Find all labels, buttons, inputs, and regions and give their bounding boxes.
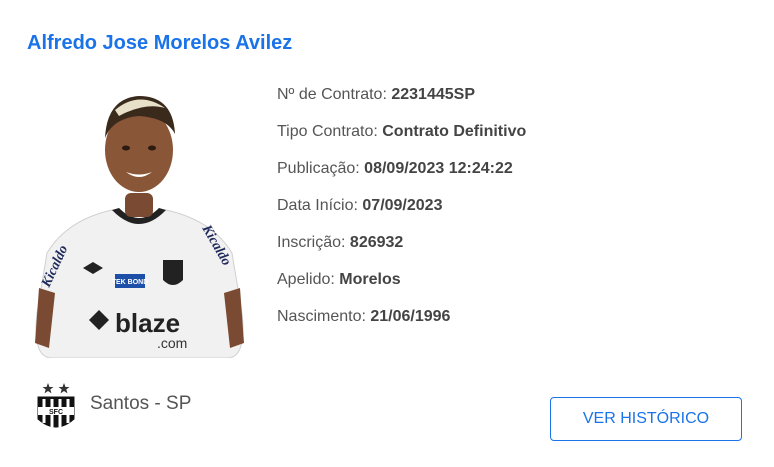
detail-registration: Inscrição: 826932 [277, 234, 404, 251]
view-history-button[interactable]: VER HISTÓRICO [550, 397, 742, 441]
detail-nickname: Apelido: Morelos [277, 271, 401, 288]
club-name: Santos - SP [90, 393, 192, 414]
club-info: SFC Santos - SP [30, 381, 191, 433]
detail-start-date: Data Início: 07/09/2023 [277, 197, 443, 214]
detail-birth-date: Nascimento: 21/06/1996 [277, 308, 451, 325]
contract-details: Nº de Contrato: 2231445SP Tipo Contrato:… [277, 81, 526, 340]
player-photo: Kicaldo Kicaldo TEK BOND blaze .com [35, 96, 244, 358]
detail-publication: Publicação: 08/09/2023 12:24:22 [277, 160, 513, 177]
detail-contract-number: Nº de Contrato: 2231445SP [277, 86, 475, 103]
shirt-sponsor: blaze [115, 308, 180, 338]
shirt-sponsor-domain: .com [157, 335, 187, 351]
svg-text:SFC: SFC [49, 409, 63, 416]
detail-contract-type: Tipo Contrato: Contrato Definitivo [277, 123, 527, 140]
santos-crest-icon: SFC [37, 383, 75, 428]
chest-sponsor: TEK BOND [112, 279, 149, 286]
player-name: Alfredo Jose Morelos Avilez [27, 32, 293, 54]
